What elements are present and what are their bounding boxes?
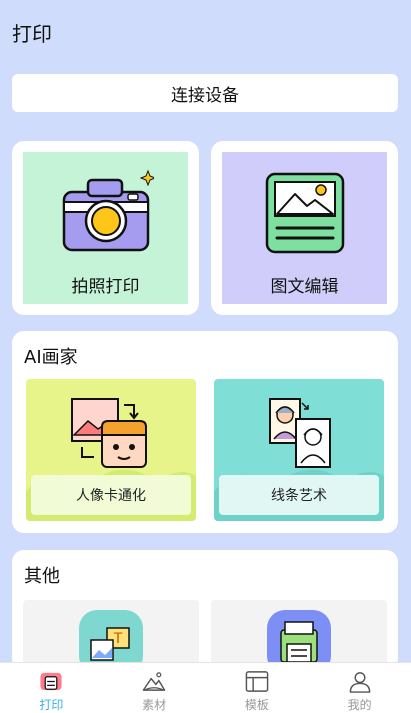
- other-section-title: 其他: [24, 566, 60, 587]
- tab-print-label: 打印: [39, 698, 64, 712]
- line-art-label: 线条艺术: [219, 475, 379, 515]
- portrait-cartoon-label: 人像卡通化: [31, 475, 191, 515]
- camera-icon: [62, 169, 154, 252]
- tab-profile[interactable]: 我的: [308, 663, 411, 713]
- mountain-icon: [142, 672, 166, 691]
- other-section: 其他 T: [12, 550, 398, 680]
- tab-templates-label: 模板: [244, 698, 269, 712]
- user-icon: [349, 672, 370, 693]
- photo-print-label: 拍照打印: [71, 277, 140, 297]
- tab-print[interactable]: 打印: [0, 663, 103, 713]
- ai-painter-section: AI画家 人像卡通化 线条艺术: [12, 331, 398, 533]
- line-art-tile[interactable]: 线条艺术: [214, 379, 384, 521]
- cartoon-portrait-icon: [71, 398, 147, 468]
- tab-materials[interactable]: 素材: [103, 663, 206, 713]
- portrait-cartoon-tile[interactable]: 人像卡通化: [26, 379, 196, 521]
- printer-icon: [40, 672, 62, 691]
- image-text-edit-label: 图文编辑: [270, 277, 339, 297]
- svg-text:T: T: [113, 631, 123, 647]
- tab-materials-label: 素材: [142, 698, 167, 712]
- connect-device-button[interactable]: 连接设备: [12, 74, 398, 112]
- ai-section-title: AI画家: [24, 347, 78, 368]
- template-icon: [245, 671, 269, 692]
- bottom-tab-bar: 打印 素材 模板 我的: [0, 662, 411, 713]
- tab-templates[interactable]: 模板: [206, 663, 309, 713]
- line-art-icon: [269, 398, 331, 468]
- image-text-edit-card[interactable]: 图文编辑: [211, 141, 398, 315]
- connect-device-label: 连接设备: [171, 85, 239, 106]
- photo-print-card[interactable]: 拍照打印: [12, 141, 199, 315]
- image-text-icon: [265, 172, 344, 254]
- tab-profile-label: 我的: [347, 698, 372, 712]
- page-title: 打印: [12, 22, 52, 46]
